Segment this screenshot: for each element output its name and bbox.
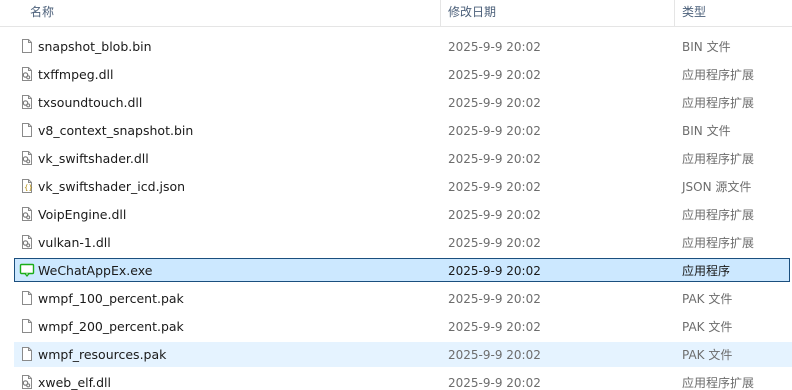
file-type: 应用程序扩展 — [682, 96, 755, 110]
file-row[interactable]: snapshot_blob.bin 2025-9-9 20:02 BIN 文件 — [0, 33, 792, 61]
json-icon: {} — [19, 178, 35, 194]
file-row[interactable]: xweb_elf.dll 2025-9-9 20:02 应用程序扩展 — [0, 369, 792, 390]
file-type: PAK 文件 — [682, 320, 733, 334]
file-name[interactable]: snapshot_blob.bin — [38, 33, 152, 61]
file-modified-date: 2025-9-9 20:02 — [448, 320, 541, 334]
file-name[interactable]: xweb_elf.dll — [38, 369, 111, 390]
file-icon — [19, 122, 35, 138]
dll-icon — [19, 374, 35, 390]
file-modified-date: 2025-9-9 20:02 — [448, 376, 541, 390]
file-row[interactable]: v8_context_snapshot.bin 2025-9-9 20:02 BIN… — [0, 117, 792, 145]
file-name[interactable]: WeChatAppEx.exe — [38, 257, 152, 285]
file-type: 应用程序扩展 — [682, 152, 755, 166]
column-header-type[interactable]: 类型 — [682, 0, 706, 26]
dll-icon — [19, 150, 35, 166]
column-header-bar: ⌃ 名称 修改日期 类型 — [0, 0, 792, 27]
file-icon — [19, 38, 35, 54]
file-explorer: ⌃ 名称 修改日期 类型 snapshot_blob.bin 2025-9-9 2… — [0, 0, 792, 390]
file-modified-date: 2025-9-9 20:02 — [448, 348, 541, 362]
file-modified-date: 2025-9-9 20:02 — [448, 292, 541, 306]
file-list: snapshot_blob.bin 2025-9-9 20:02 BIN 文件 txf… — [0, 33, 792, 390]
file-modified-date: 2025-9-9 20:02 — [448, 40, 541, 54]
file-name[interactable]: txffmpeg.dll — [38, 61, 114, 89]
file-modified-date: 2025-9-9 20:02 — [448, 124, 541, 138]
file-name[interactable]: txsoundtouch.dll — [38, 89, 142, 117]
file-row[interactable]: WeChatAppEx.exe 2025-9-9 20:02 应用程序 — [0, 257, 792, 285]
file-type: 应用程序 — [682, 264, 731, 278]
file-type: JSON 源文件 — [682, 180, 752, 194]
file-modified-date: 2025-9-9 20:02 — [448, 96, 541, 110]
file-name[interactable]: wmpf_resources.pak — [38, 341, 166, 369]
file-type: 应用程序扩展 — [682, 376, 755, 390]
file-name[interactable]: wmpf_100_percent.pak — [38, 285, 184, 313]
file-icon — [19, 318, 35, 334]
file-row[interactable]: wmpf_200_percent.pak 2025-9-9 20:02 PAK 文件 — [0, 313, 792, 341]
dll-icon — [19, 66, 35, 82]
file-row[interactable]: vk_swiftshader.dll 2025-9-9 20:02 应用程序扩展 — [0, 145, 792, 173]
column-divider[interactable] — [440, 0, 441, 26]
column-header-date[interactable]: 修改日期 — [448, 0, 496, 26]
sort-arrow-icon: ⌃ — [228, 0, 238, 4]
file-row[interactable]: txffmpeg.dll 2025-9-9 20:02 应用程序扩展 — [0, 61, 792, 89]
file-modified-date: 2025-9-9 20:02 — [448, 264, 541, 278]
file-row[interactable]: txsoundtouch.dll 2025-9-9 20:02 应用程序扩展 — [0, 89, 792, 117]
file-name[interactable]: VoipEngine.dll — [38, 201, 126, 229]
file-name[interactable]: vulkan-1.dll — [38, 229, 111, 257]
column-header-name[interactable]: 名称 — [30, 0, 54, 26]
file-icon — [19, 290, 35, 306]
file-type: PAK 文件 — [682, 348, 733, 362]
dll-icon — [19, 94, 35, 110]
file-name[interactable]: wmpf_200_percent.pak — [38, 313, 184, 341]
dll-icon — [19, 206, 35, 222]
file-row[interactable]: wmpf_resources.pak 2025-9-9 20:02 PAK 文件 — [0, 341, 792, 369]
file-row[interactable]: {} vk_swiftshader_icd.json 2025-9-9 20:02 J… — [0, 173, 792, 201]
file-type: BIN 文件 — [682, 40, 731, 54]
file-modified-date: 2025-9-9 20:02 — [448, 208, 541, 222]
file-type: 应用程序扩展 — [682, 68, 755, 82]
file-name[interactable]: vk_swiftshader.dll — [38, 145, 149, 173]
file-type: 应用程序扩展 — [682, 236, 755, 250]
file-type: 应用程序扩展 — [682, 208, 755, 222]
svg-text:{}: {} — [24, 184, 33, 192]
file-row[interactable]: VoipEngine.dll 2025-9-9 20:02 应用程序扩展 — [0, 201, 792, 229]
file-modified-date: 2025-9-9 20:02 — [448, 68, 541, 82]
dll-icon — [19, 234, 35, 250]
file-row[interactable]: wmpf_100_percent.pak 2025-9-9 20:02 PAK 文件 — [0, 285, 792, 313]
file-name[interactable]: vk_swiftshader_icd.json — [38, 173, 185, 201]
file-modified-date: 2025-9-9 20:02 — [448, 180, 541, 194]
column-divider[interactable] — [674, 0, 675, 26]
file-type: BIN 文件 — [682, 124, 731, 138]
file-modified-date: 2025-9-9 20:02 — [448, 236, 541, 250]
file-icon — [19, 346, 35, 362]
file-type: PAK 文件 — [682, 292, 733, 306]
file-modified-date: 2025-9-9 20:02 — [448, 152, 541, 166]
file-name[interactable]: v8_context_snapshot.bin — [38, 117, 193, 145]
file-row[interactable]: vulkan-1.dll 2025-9-9 20:02 应用程序扩展 — [0, 229, 792, 257]
wechat-app-icon — [19, 262, 35, 278]
